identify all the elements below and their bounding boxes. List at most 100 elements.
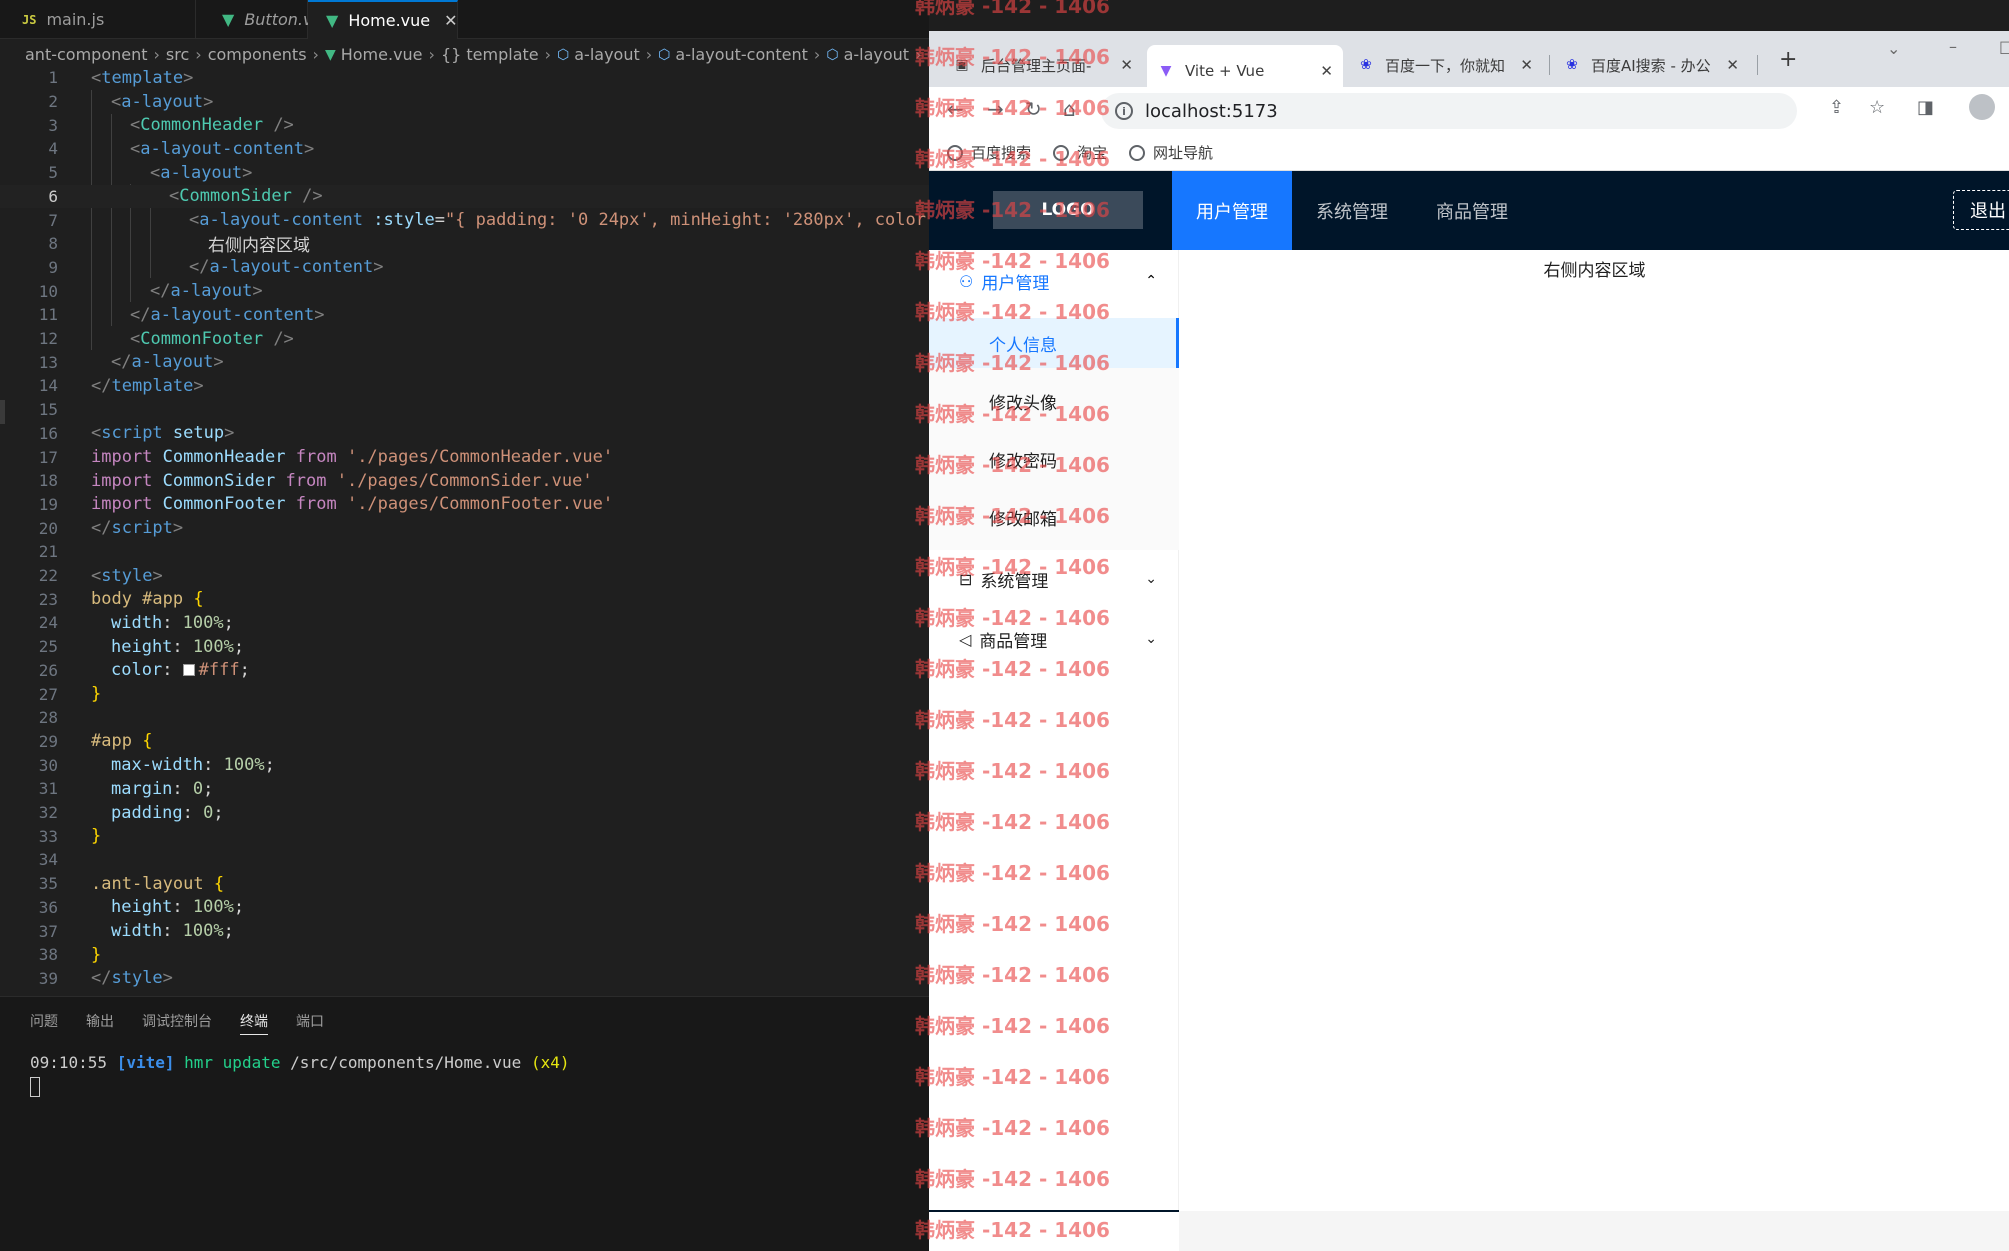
app-header: LOGO 用户管理 系统管理 商品管理 退出 [929, 171, 2009, 250]
forward-icon[interactable]: → [987, 97, 1004, 121]
share-icon[interactable]: ⇪ [1829, 97, 1844, 118]
info-icon[interactable]: i [1115, 102, 1133, 120]
tab-label: main.js [46, 10, 105, 29]
close-icon[interactable]: ✕ [1120, 56, 1133, 74]
line-number: 26 [0, 659, 929, 683]
back-icon[interactable]: ← [947, 97, 964, 121]
minimize-icon[interactable]: – [1949, 37, 1957, 56]
close-icon[interactable]: ✕ [1726, 56, 1739, 74]
bookmark-taobao[interactable]: 淘宝 [1053, 142, 1107, 163]
avatar[interactable] [1969, 94, 1995, 120]
menu-item-profile[interactable]: 个人信息 [929, 318, 1179, 368]
line-number-label: 9 [48, 257, 58, 277]
breadcrumb-label: a-layout [574, 45, 640, 64]
breadcrumb-item[interactable]: ant-component [25, 45, 148, 64]
address-bar[interactable]: i localhost:5173 [1101, 93, 1797, 129]
submenu-users-items: 个人信息 修改头像 修改密码 修改邮箱 [929, 318, 1179, 550]
line-number-label: 39 [38, 968, 58, 988]
line-number-label: 19 [38, 494, 58, 514]
line-number: 36 [0, 896, 929, 920]
baidu-icon: ❀ [1360, 57, 1372, 73]
close-icon[interactable]: ✕ [1320, 62, 1333, 80]
app-sider: ⚇ 用户管理 ⌃ 个人信息 修改头像 修改密码 修改邮箱 ⊟ 系统管理 ⌄ ◁ … [929, 250, 1179, 1212]
line-number-label: 27 [38, 684, 58, 704]
browser-tab-admin[interactable]: ▣ 后台管理主页面- ✕ [943, 45, 1143, 85]
breadcrumb-item[interactable]: ▼ Home.vue [325, 45, 423, 64]
vue-file-icon: ▼ [324, 46, 336, 63]
breadcrumb-item[interactable]: components [208, 45, 307, 64]
code-area[interactable]: <template> <a-layout> <CommonHeader /> <… [0, 66, 929, 996]
breadcrumb-label: a-layout [843, 45, 910, 64]
breadcrumb-item[interactable]: {} template [441, 45, 539, 64]
line-number-label: 38 [38, 945, 58, 965]
star-icon[interactable]: ☆ [1869, 97, 1885, 118]
breadcrumb-item[interactable]: ⬡ a-layout [826, 45, 909, 64]
close-icon[interactable]: ✕ [444, 11, 457, 30]
laptop-icon: ⊟ [959, 569, 973, 589]
line-number-label: 4 [48, 139, 58, 159]
terminal-cursor[interactable] [30, 1077, 40, 1097]
line-number: 34 [0, 848, 929, 872]
breadcrumb-item[interactable]: ⬡ a-layout-content [658, 45, 808, 64]
line-number-label: 20 [38, 518, 58, 538]
tab-home-vue[interactable]: ▼ Home.vue ✕ [308, 0, 458, 39]
close-icon[interactable]: ✕ [1520, 56, 1533, 74]
submenu-label: 用户管理 [981, 273, 1050, 294]
code-editor: JS main.js ▼ Button.vue ▼ Home.vue ✕ ant… [0, 0, 929, 1251]
line-number-label: 8 [48, 234, 58, 254]
reload-icon[interactable]: ↻ [1025, 97, 1042, 121]
maximize-icon[interactable]: □ [1999, 37, 2009, 56]
submenu-goods[interactable]: ◁ 商品管理 ⌄ [929, 614, 1179, 664]
menu-item-email[interactable]: 修改邮箱 [929, 492, 1179, 542]
submenu-label: 商品管理 [979, 631, 1048, 652]
chevron-right-icon: › [312, 45, 319, 64]
breadcrumb-item[interactable]: ⬡ a-layout [557, 45, 640, 64]
line-number-label: 11 [38, 305, 58, 325]
submenu-system[interactable]: ⊟ 系统管理 ⌄ [929, 554, 1179, 604]
browser-tab-title: Vite + Vue [1185, 62, 1265, 80]
bookmark-nav[interactable]: 网址导航 [1129, 142, 1213, 163]
line-number-label: 24 [38, 613, 58, 633]
bookmark-baidu-search[interactable]: 百度搜索 [947, 142, 1031, 163]
line-number: 23 [0, 587, 929, 611]
panel-tab-output[interactable]: 输出 [86, 1011, 114, 1035]
line-number-label: 32 [38, 803, 58, 823]
browser-tab-baidu-ai[interactable]: ❀ 百度AI搜索 - 办公 ✕ [1553, 45, 1749, 85]
chevron-right-icon: › [813, 45, 821, 64]
menu-item-password[interactable]: 修改密码 [929, 434, 1179, 484]
sidebar-icon[interactable]: ◨ [1917, 97, 1934, 118]
line-number: 7 [0, 208, 929, 232]
baidu-icon: ❀ [1566, 57, 1578, 73]
panel-tab-problems[interactable]: 问题 [30, 1011, 58, 1035]
tab-main-js[interactable]: JS main.js [0, 0, 196, 39]
panel-tab-terminal[interactable]: 终端 [240, 1011, 268, 1035]
submenu-users[interactable]: ⚇ 用户管理 ⌃ [929, 256, 1179, 306]
vue-file-icon: ▼ [222, 10, 235, 29]
line-number: 5 [0, 161, 929, 185]
logout-button[interactable]: 退出 [1953, 190, 2009, 230]
line-number: 19 [0, 493, 929, 517]
breadcrumb-item[interactable]: src [166, 45, 189, 64]
breadcrumb: ant-component › src › components › ▼ Home… [0, 42, 929, 67]
tab-divider [1757, 55, 1758, 75]
user-icon: ⚇ [959, 271, 974, 291]
browser-top-strip [929, 0, 2009, 31]
line-number-label: 2 [48, 92, 58, 112]
panel-tab-debug-console[interactable]: 调试控制台 [142, 1011, 212, 1035]
home-icon[interactable]: ⌂ [1063, 97, 1076, 121]
header-menu-goods[interactable]: 商品管理 [1412, 171, 1532, 250]
menu-item-avatar[interactable]: 修改头像 [929, 376, 1179, 426]
panel-tabs: 问题 输出 调试控制台 终端 端口 [30, 1011, 324, 1035]
plus-icon[interactable]: + [1779, 47, 1797, 72]
tab-button-vue[interactable]: ▼ Button.vue [196, 0, 332, 39]
header-menu-users[interactable]: 用户管理 [1172, 171, 1292, 250]
editor-tab-bar: JS main.js ▼ Button.vue ▼ Home.vue ✕ [0, 0, 929, 39]
bookmark-label: 百度搜索 [971, 144, 1032, 162]
browser-tab-baidu[interactable]: ❀ 百度一下，你就知 ✕ [1347, 45, 1543, 85]
header-menu-system[interactable]: 系统管理 [1292, 171, 1412, 250]
chevron-right-icon: › [428, 45, 435, 64]
line-number-label: 3 [48, 115, 58, 135]
panel-tab-ports[interactable]: 端口 [296, 1011, 324, 1035]
chevron-down-icon[interactable]: ⌄ [1887, 39, 1900, 58]
line-number: 37 [0, 919, 929, 943]
